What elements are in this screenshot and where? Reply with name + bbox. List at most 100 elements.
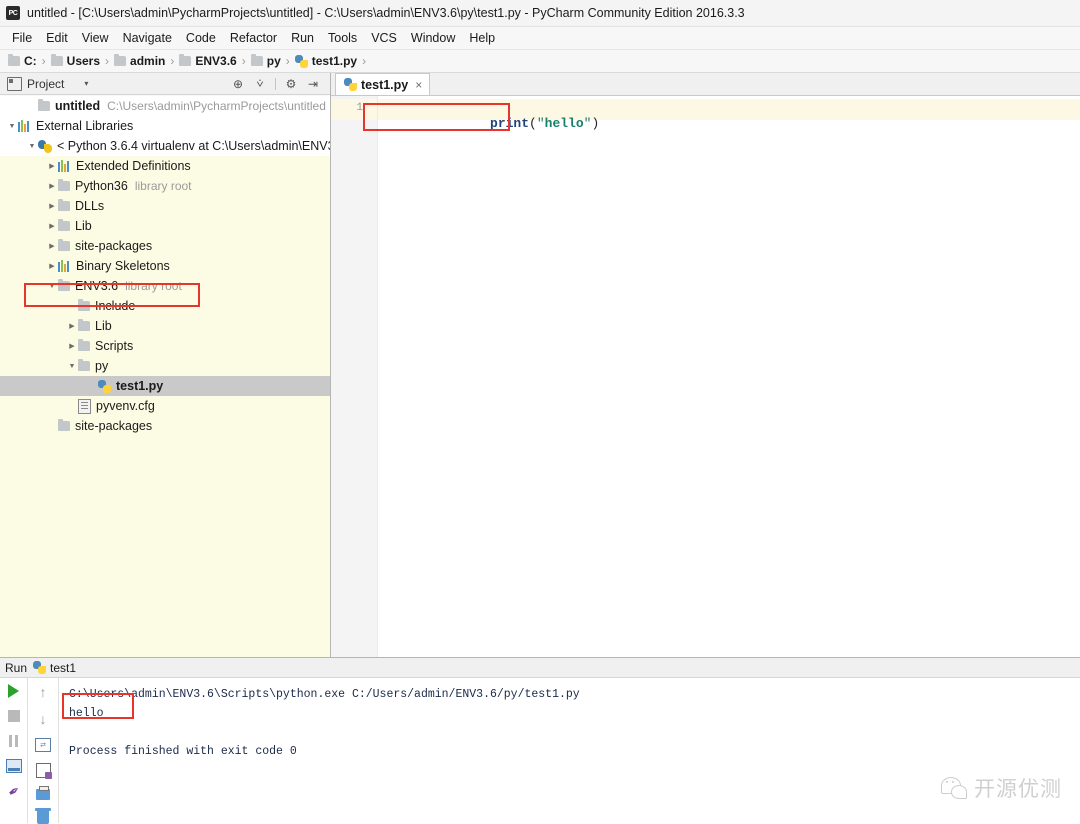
code-quote-open: " bbox=[536, 116, 545, 131]
menu-item-refactor[interactable]: Refactor bbox=[223, 29, 284, 47]
tree-node-extendeddefinitions[interactable]: ▶ Extended Definitions bbox=[0, 156, 330, 176]
menu-item-window[interactable]: Window bbox=[404, 29, 462, 47]
folder-icon bbox=[78, 339, 90, 351]
chevron-down-icon[interactable]: ▼ bbox=[46, 283, 58, 290]
console-line-command: C:\Users\admin\ENV3.6\Scripts\python.exe… bbox=[69, 688, 580, 701]
project-panel-title: Project bbox=[27, 76, 65, 91]
project-window-icon bbox=[7, 76, 22, 91]
tree-node-sublabel: C:\Users\admin\PycharmProjects\untitled bbox=[107, 99, 326, 113]
settings-gear-icon[interactable]: ⚙ bbox=[284, 77, 298, 91]
chevron-down-icon[interactable]: ▼ bbox=[26, 143, 38, 150]
tree-node-lib[interactable]: ▶ Lib bbox=[0, 216, 330, 236]
chevron-right-icon[interactable]: ▶ bbox=[46, 222, 58, 230]
menu-item-navigate[interactable]: Navigate bbox=[116, 29, 179, 47]
menu-item-vcs[interactable]: VCS bbox=[364, 29, 404, 47]
run-tool-window-header: Run test1 bbox=[0, 658, 1080, 678]
scroll-up-icon[interactable]: ↑ bbox=[35, 684, 51, 700]
close-icon[interactable]: × bbox=[415, 78, 422, 92]
tree-node-externallibraries[interactable]: ▼ External Libraries bbox=[0, 116, 330, 136]
export-icon[interactable] bbox=[35, 763, 52, 779]
menu-item-file[interactable]: File bbox=[5, 29, 39, 47]
python-file-icon bbox=[98, 379, 111, 393]
chevron-right-icon[interactable]: ▶ bbox=[46, 182, 58, 190]
line-number: 1 bbox=[356, 102, 363, 114]
tree-node-label: Lib bbox=[75, 219, 92, 233]
scroll-down-icon[interactable]: ↓ bbox=[35, 711, 51, 727]
project-tool-window: Project ▾ ⊕ ⩒ ⚙ ⇥ untitled C:\Users\admin… bbox=[0, 73, 331, 674]
menu-item-code[interactable]: Code bbox=[179, 29, 223, 47]
tree-node-py[interactable]: ▼ py bbox=[0, 356, 330, 376]
run-console[interactable]: C:\Users\admin\ENV3.6\Scripts\python.exe… bbox=[59, 678, 1080, 823]
breadcrumb-item-users[interactable]: Users bbox=[50, 54, 100, 68]
collapse-all-icon[interactable]: ⩒ bbox=[253, 76, 267, 91]
breadcrumb-item-env36[interactable]: ENV3.6 bbox=[179, 54, 237, 68]
tree-node-label: Extended Definitions bbox=[76, 159, 191, 173]
tree-node-label: Scripts bbox=[95, 339, 134, 353]
tree-node-python3.6.4virtualenvatc[interactable]: ▼ < Python 3.6.4 virtualenv at C:\Users\a… bbox=[0, 136, 330, 156]
clear-all-icon[interactable] bbox=[35, 808, 51, 824]
locate-target-icon[interactable]: ⊕ bbox=[231, 77, 245, 91]
tree-node-env3.6[interactable]: ▼ ENV3.6 library root bbox=[0, 276, 330, 296]
show-console-icon[interactable] bbox=[5, 758, 22, 774]
folder-icon bbox=[58, 199, 70, 211]
tree-node-python36[interactable]: ▶ Python36 library root bbox=[0, 176, 330, 196]
chevron-right-icon[interactable]: ▶ bbox=[46, 242, 58, 250]
python-file-icon bbox=[33, 661, 47, 674]
tree-node-binaryskeletons[interactable]: ▶ Binary Skeletons bbox=[0, 256, 330, 276]
tree-node-label: Python36 bbox=[75, 179, 128, 193]
tree-node-dlls[interactable]: ▶ DLLs bbox=[0, 196, 330, 216]
code-close-paren: ) bbox=[591, 116, 600, 131]
chevron-right-icon[interactable]: ▶ bbox=[66, 322, 78, 330]
tree-node-sublabel: library root bbox=[134, 179, 192, 193]
chevron-right-icon[interactable]: ▶ bbox=[46, 262, 58, 270]
menu-item-run[interactable]: Run bbox=[284, 29, 321, 47]
breadcrumb-item-c[interactable]: C: bbox=[8, 54, 37, 68]
tree-node-sitepackages[interactable]: ▶ site-packages bbox=[0, 236, 330, 256]
breadcrumb-separator: › bbox=[362, 54, 367, 68]
breadcrumb-item-admin[interactable]: admin bbox=[114, 54, 165, 68]
pin-tab-icon[interactable]: ✒ bbox=[2, 780, 24, 802]
python-file-icon bbox=[344, 78, 357, 91]
hide-panel-icon[interactable]: ⇥ bbox=[306, 77, 320, 91]
menu-bar: File Edit View Navigate Code Refactor Run Tools… bbox=[0, 27, 1080, 50]
tree-node-label: < Python 3.6.4 virtualenv at C:\Users\ad… bbox=[57, 139, 330, 153]
tree-node-label: pyvenv.cfg bbox=[96, 399, 155, 413]
tree-node-scripts[interactable]: ▶ Scripts bbox=[0, 336, 330, 356]
code-area[interactable]: print("hello") bbox=[378, 96, 1080, 674]
tree-node-untitled[interactable]: untitled C:\Users\admin\PycharmProjects\u… bbox=[0, 96, 330, 116]
tree-node-test1.py[interactable]: test1.py bbox=[0, 376, 330, 396]
code-keyword-print: print bbox=[490, 116, 530, 131]
breadcrumb-item-py[interactable]: py bbox=[250, 54, 281, 68]
tree-node-pyvenv.cfg[interactable]: pyvenv.cfg bbox=[0, 396, 330, 416]
folder-icon bbox=[58, 179, 70, 191]
tab-test1-py[interactable]: test1.py × bbox=[335, 73, 431, 95]
print-icon[interactable] bbox=[35, 786, 51, 800]
chevron-down-icon[interactable]: ▾ bbox=[84, 79, 88, 88]
chevron-right-icon[interactable]: ▶ bbox=[46, 162, 58, 170]
pycharm-icon: PC bbox=[6, 6, 20, 20]
code-line-1[interactable]: print("hello") bbox=[412, 101, 599, 146]
menu-item-edit[interactable]: Edit bbox=[39, 29, 75, 47]
tree-node-lib[interactable]: ▶ Lib bbox=[0, 316, 330, 336]
library-icon bbox=[58, 260, 71, 272]
menu-item-tools[interactable]: Tools bbox=[321, 29, 364, 47]
run-label: Run bbox=[5, 660, 28, 675]
tree-node-sitepackages[interactable]: site-packages bbox=[0, 416, 330, 436]
menu-item-help[interactable]: Help bbox=[462, 29, 502, 47]
chevron-right-icon[interactable]: ▶ bbox=[66, 342, 78, 350]
stop-icon[interactable] bbox=[6, 708, 22, 724]
soft-wrap-icon[interactable]: ⇄ bbox=[35, 738, 51, 752]
tree-node-include[interactable]: Include bbox=[0, 296, 330, 316]
chevron-down-icon[interactable]: ▼ bbox=[66, 363, 78, 370]
rerun-play-icon[interactable] bbox=[6, 683, 22, 699]
pause-icon[interactable] bbox=[6, 733, 22, 749]
chevron-down-icon[interactable]: ▼ bbox=[6, 123, 18, 130]
breadcrumb-separator: › bbox=[285, 54, 290, 68]
editor-gutter[interactable]: 1 bbox=[331, 96, 378, 674]
chevron-right-icon[interactable]: ▶ bbox=[46, 202, 58, 210]
run-config-tab[interactable]: test1 bbox=[33, 661, 76, 675]
folder-icon bbox=[8, 54, 20, 66]
python-env-icon bbox=[38, 139, 52, 153]
menu-item-view[interactable]: View bbox=[75, 29, 116, 47]
breadcrumb-item-test1py[interactable]: test1.py bbox=[294, 54, 357, 68]
